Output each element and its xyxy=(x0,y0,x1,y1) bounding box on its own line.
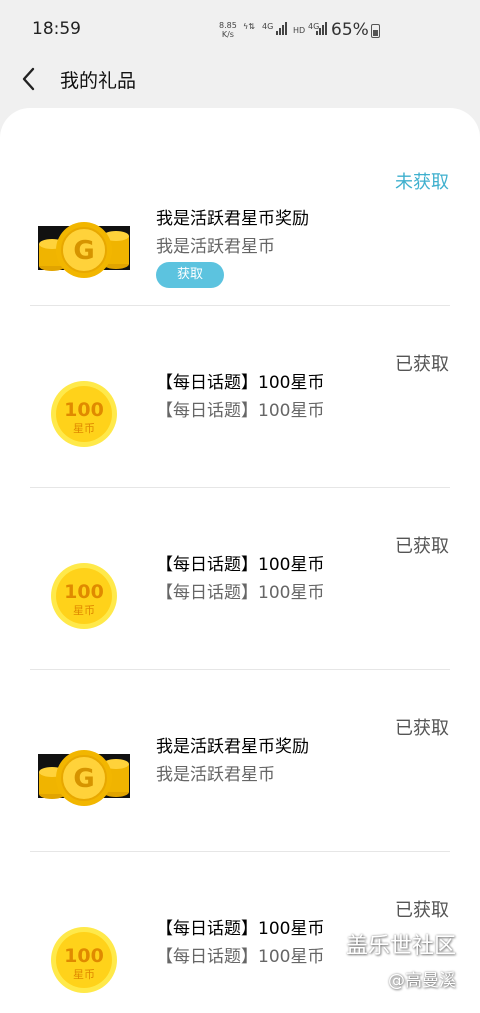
battery-icon xyxy=(371,24,380,38)
watermark-community: 盖乐世社区 xyxy=(346,934,457,959)
gift-item[interactable]: 未获取 G 我是活跃君星币奖励 我是活跃君星币 获取 xyxy=(0,124,480,306)
gift-desc: 【每日话题】100星币 xyxy=(156,401,325,421)
svg-text:100: 100 xyxy=(64,399,104,421)
watermark-author: @高曼溪 xyxy=(388,971,456,991)
gift-status: 已获取 xyxy=(395,900,449,921)
chevron-left-icon xyxy=(22,67,35,91)
gift-desc: 我是活跃君星币 xyxy=(156,237,275,257)
gift-status: 已获取 xyxy=(395,718,449,739)
back-button[interactable] xyxy=(18,64,42,94)
gift-status: 已获取 xyxy=(395,536,449,557)
gift-name: 我是活跃君星币奖励 xyxy=(156,209,309,229)
signal-icon xyxy=(276,22,287,35)
battery-percent: 65% xyxy=(331,20,369,40)
speed-unit: K/s xyxy=(221,30,234,39)
svg-text:星币: 星币 xyxy=(73,604,95,617)
status-time: 18:59 xyxy=(32,19,81,39)
status-bar: 18:59 8.85 K/s ϟ⇅ 4G HD 4G 65% xyxy=(0,0,480,60)
network-4g-label: 4G xyxy=(262,22,274,31)
gift-list: 未获取 G 我是活跃君星币奖励 我是活跃君星币 获取 已获取 100 星币 【每… xyxy=(0,108,480,1013)
hd-label: HD xyxy=(293,26,306,35)
svg-text:星币: 星币 xyxy=(73,422,95,435)
claim-button[interactable]: 获取 xyxy=(156,262,224,288)
svg-text:G: G xyxy=(73,236,94,266)
gold-coins-icon: G xyxy=(38,214,130,284)
page-title: 我的礼品 xyxy=(60,70,137,92)
coin-100-icon: 100 星币 xyxy=(50,380,118,448)
gift-desc: 【每日话题】100星币 xyxy=(156,583,325,603)
gift-status: 未获取 xyxy=(395,172,449,193)
svg-text:G: G xyxy=(73,764,94,794)
svg-text:100: 100 xyxy=(64,945,104,967)
gift-desc: 我是活跃君星币 xyxy=(156,765,275,785)
gift-name: 【每日话题】100星币 xyxy=(156,919,325,939)
signal-icon-2 xyxy=(316,22,327,35)
gift-status: 已获取 xyxy=(395,354,449,375)
gold-coins-icon: G xyxy=(38,742,130,812)
gift-name: 【每日话题】100星币 xyxy=(156,555,325,575)
gift-name: 【每日话题】100星币 xyxy=(156,373,325,393)
gift-desc: 【每日话题】100星币 xyxy=(156,947,325,967)
gift-item[interactable]: 已获取 100 星币 【每日话题】100星币 【每日话题】100星币 xyxy=(0,488,480,670)
gift-item[interactable]: 已获取 G 我是活跃君星币奖励 我是活跃君星币 xyxy=(0,670,480,852)
coin-100-icon: 100 星币 xyxy=(50,562,118,630)
svg-text:100: 100 xyxy=(64,581,104,603)
speed-value: 8.85 xyxy=(219,21,237,30)
app-header: 我的礼品 xyxy=(0,60,480,110)
gift-name: 我是活跃君星币奖励 xyxy=(156,737,309,757)
svg-text:星币: 星币 xyxy=(73,968,95,981)
network-speed: 8.85 K/s xyxy=(219,21,237,39)
coin-100-icon: 100 星币 xyxy=(50,926,118,994)
gift-item[interactable]: 已获取 100 星币 【每日话题】100星币 【每日话题】100星币 xyxy=(0,306,480,488)
sync-icon: ϟ⇅ xyxy=(243,22,255,31)
